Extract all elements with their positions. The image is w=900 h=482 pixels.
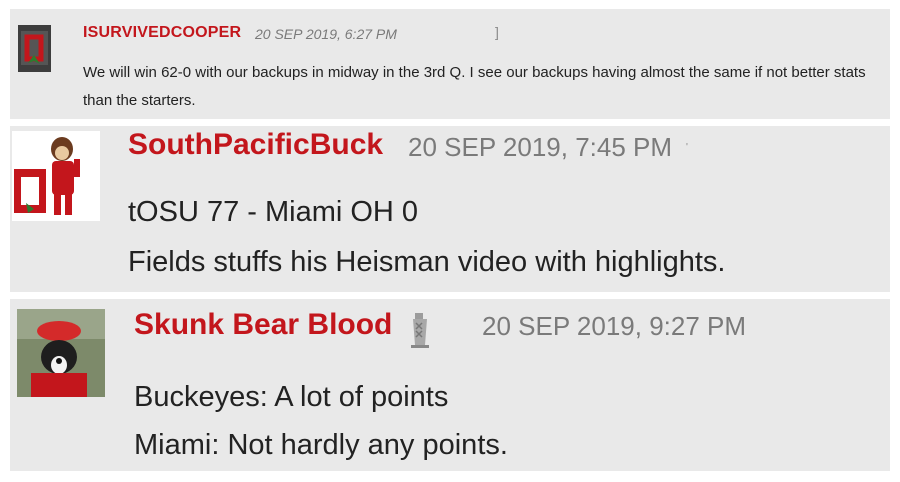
comment-timestamp[interactable]: 20 SEP 2019, 7:45 PM <box>408 132 672 163</box>
comment-card: ISURVIVEDCOOPER 20 SEP 2019, 6:27 PM ] W… <box>10 9 890 119</box>
comment-text-line: We will win 62-0 with our backups in mid… <box>83 64 866 81</box>
brutus-buckeye-mascot-icon[interactable] <box>12 131 100 221</box>
comment-text-line: Fields stuffs his Heisman video with hig… <box>128 246 726 278</box>
comment-marker: ' <box>686 142 688 153</box>
comment-timestamp[interactable]: 20 SEP 2019, 9:27 PM <box>482 311 746 342</box>
comment-text-line: Buckeyes: A lot of points <box>134 381 449 413</box>
username-link[interactable]: SouthPacificBuck <box>128 128 383 162</box>
comment-marker: ] <box>495 24 499 40</box>
comment-card: SouthPacificBuck 20 SEP 2019, 7:45 PM ' … <box>10 126 890 292</box>
username-link[interactable]: ISURVIVEDCOOPER <box>83 24 241 42</box>
ohio-state-logo-icon[interactable] <box>18 25 51 72</box>
username-link[interactable]: Skunk Bear Blood <box>134 308 392 342</box>
tower-badge-icon <box>405 311 435 349</box>
comment-text-line: tOSU 77 - Miami OH 0 <box>128 196 419 228</box>
comment-card: Skunk Bear Blood 20 SEP 2019, 9:27 PM Bu… <box>10 299 890 471</box>
dog-in-red-hat-icon[interactable] <box>17 309 105 397</box>
comment-text-line: Miami: Not hardly any points. <box>134 429 508 461</box>
comment-timestamp[interactable]: 20 SEP 2019, 6:27 PM <box>255 26 397 42</box>
comment-text-line: than the starters. <box>83 92 196 109</box>
